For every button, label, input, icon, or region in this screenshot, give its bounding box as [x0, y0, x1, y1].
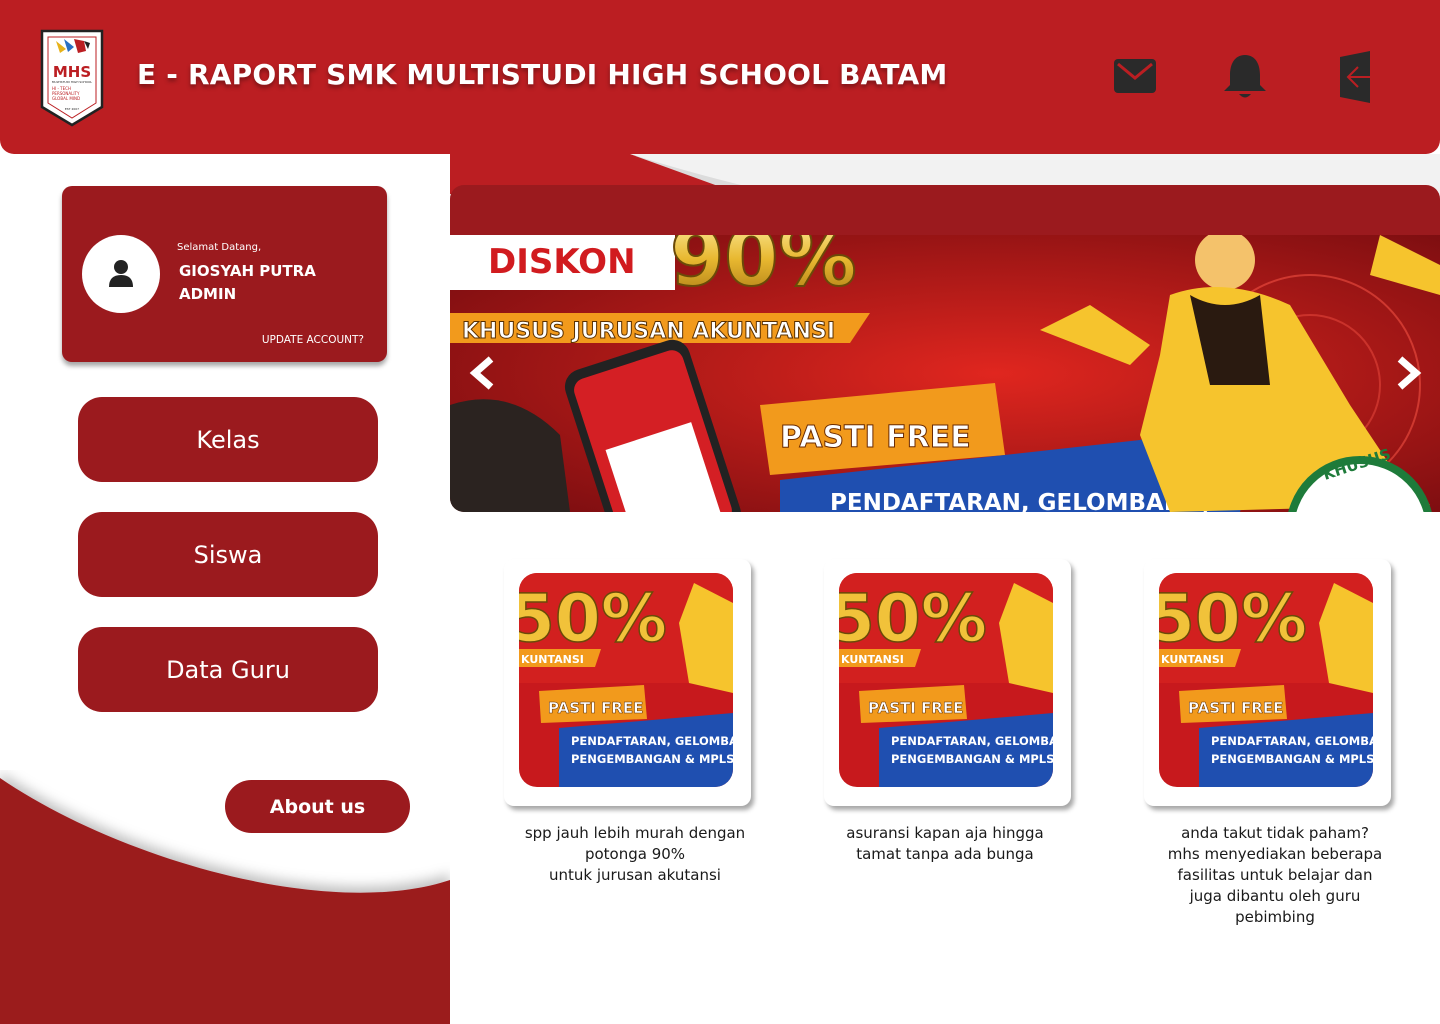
card-percent: 50%	[839, 580, 987, 657]
card-tag: KUNTANSI	[521, 653, 584, 666]
top-header: MHS MULTISTUDI HIGH SCHOOL HI - TECH PER…	[0, 0, 1440, 154]
card-percent: 50%	[1159, 580, 1307, 657]
card-line2: PENGEMBANGAN & MPLS	[1211, 752, 1373, 766]
card-tag: KUNTANSI	[1161, 653, 1224, 666]
promo-card[interactable]: 50% KUNTANSI PASTI FREE PENDAFTARAN, GEL…	[824, 559, 1071, 806]
greeting-text: Selamat Datang,	[177, 242, 262, 253]
card-line1: PENDAFTARAN, GELOMBA	[891, 734, 1053, 748]
promo-card[interactable]: 50% KUNTANSI PASTI FREE PENDAFTARAN, GEL…	[1144, 559, 1391, 806]
mail-icon[interactable]	[1113, 58, 1157, 94]
nav-data-guru-button[interactable]: Data Guru	[78, 627, 378, 712]
update-account-link[interactable]: UPDATE ACCOUNT?	[262, 334, 364, 346]
school-logo: MHS MULTISTUDI HIGH SCHOOL HI - TECH PER…	[40, 29, 104, 127]
card-line1: PENDAFTARAN, GELOMBA	[1211, 734, 1373, 748]
promo-card[interactable]: 50% KUNTANSI PASTI FREE PENDAFTARAN, GEL…	[504, 559, 751, 806]
logo-subtitle: MULTISTUDI HIGH SCHOOL	[52, 80, 92, 84]
logo-motto-3: GLOBAL MIND	[52, 96, 80, 101]
card-free: PASTI FREE	[548, 699, 643, 717]
promo-card-image: 50% KUNTANSI PASTI FREE PENDAFTARAN, GEL…	[519, 573, 733, 787]
promo-card-image: 50% KUNTANSI PASTI FREE PENDAFTARAN, GEL…	[839, 573, 1053, 787]
card-line2: PENGEMBANGAN & MPLS	[891, 752, 1053, 766]
card-free: PASTI FREE	[1188, 699, 1283, 717]
card-caption: asuransi kapan aja hingga tamat tanpa ad…	[846, 824, 1044, 863]
user-icon	[109, 260, 133, 287]
carousel-next-icon[interactable]	[1392, 355, 1426, 391]
user-name: GIOSYAH PUTRA	[179, 262, 316, 280]
app-title: E - RAPORT SMK MULTISTUDI HIGH SCHOOL BA…	[137, 58, 948, 91]
card-tag: KUNTANSI	[841, 653, 904, 666]
card-caption: anda takut tidak paham? mhs menyediakan …	[1167, 824, 1383, 926]
user-role: ADMIN	[179, 285, 237, 303]
about-us-button[interactable]: About us	[225, 780, 410, 833]
card-free: PASTI FREE	[868, 699, 963, 717]
promo-banner: DISKON 90% KHUSUS JURUSAN AKUNTANSI PAST…	[450, 235, 1440, 512]
banner-diskon: DISKON	[488, 242, 636, 282]
promo-card-image: 50% KUNTANSI PASTI FREE PENDAFTARAN, GEL…	[1159, 573, 1373, 787]
card-line2: PENGEMBANGAN & MPLS	[571, 752, 733, 766]
carousel-prev-icon[interactable]	[465, 355, 499, 391]
logo-text: MHS	[53, 63, 91, 81]
profile-card: Selamat Datang, GIOSYAH PUTRA ADMIN UPDA…	[62, 186, 387, 362]
card-caption: spp jauh lebih murah dengan potonga 90% …	[524, 824, 746, 884]
banner-percent: 90%	[670, 235, 857, 304]
nav-siswa-button[interactable]: Siswa	[78, 512, 378, 597]
card-line1: PENDAFTARAN, GELOMBA	[571, 734, 733, 748]
avatar	[82, 235, 160, 313]
banner-free: PASTI FREE	[780, 420, 971, 455]
card-percent: 50%	[519, 580, 667, 657]
banner-subtitle: KHUSUS JURUSAN AKUNTANSI	[462, 319, 835, 344]
logout-icon[interactable]	[1336, 51, 1374, 103]
nav-kelas-button[interactable]: Kelas	[78, 397, 378, 482]
logo-est: EST 2007	[65, 107, 79, 111]
bell-icon[interactable]	[1222, 53, 1268, 101]
banner-bottom-text: PENDAFTARAN, GELOMBANG,	[830, 490, 1211, 512]
